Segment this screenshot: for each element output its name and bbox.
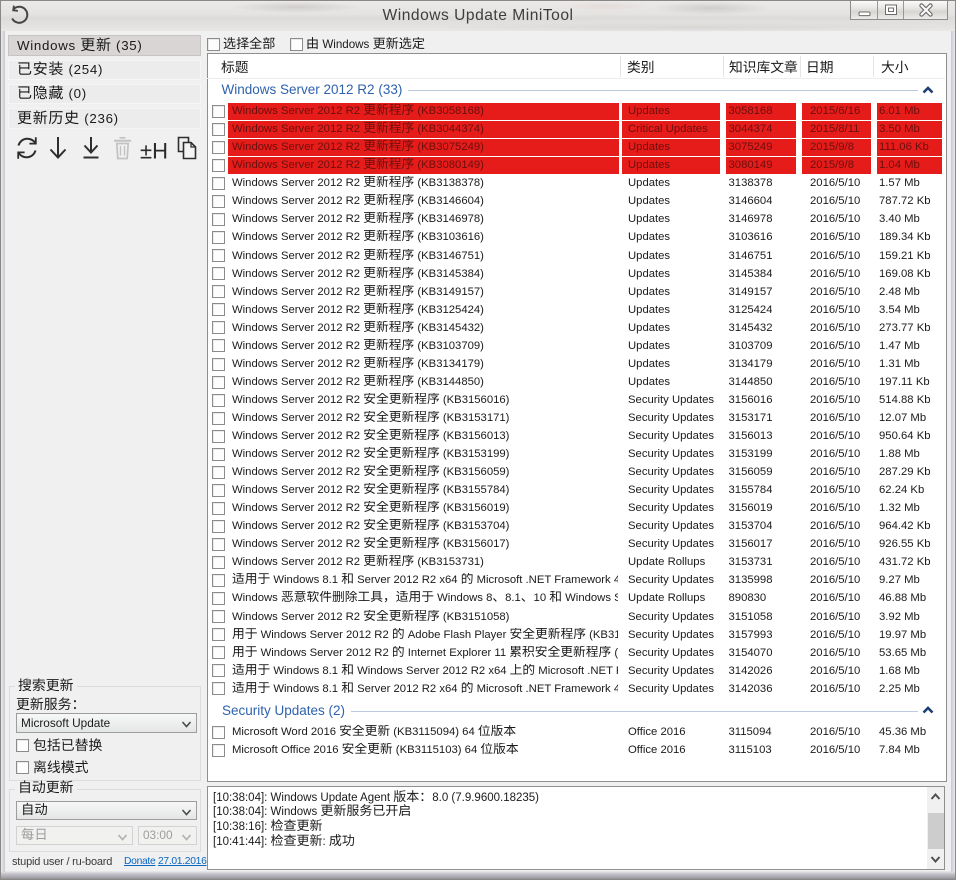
- svg-text:±H: ±H: [140, 139, 168, 164]
